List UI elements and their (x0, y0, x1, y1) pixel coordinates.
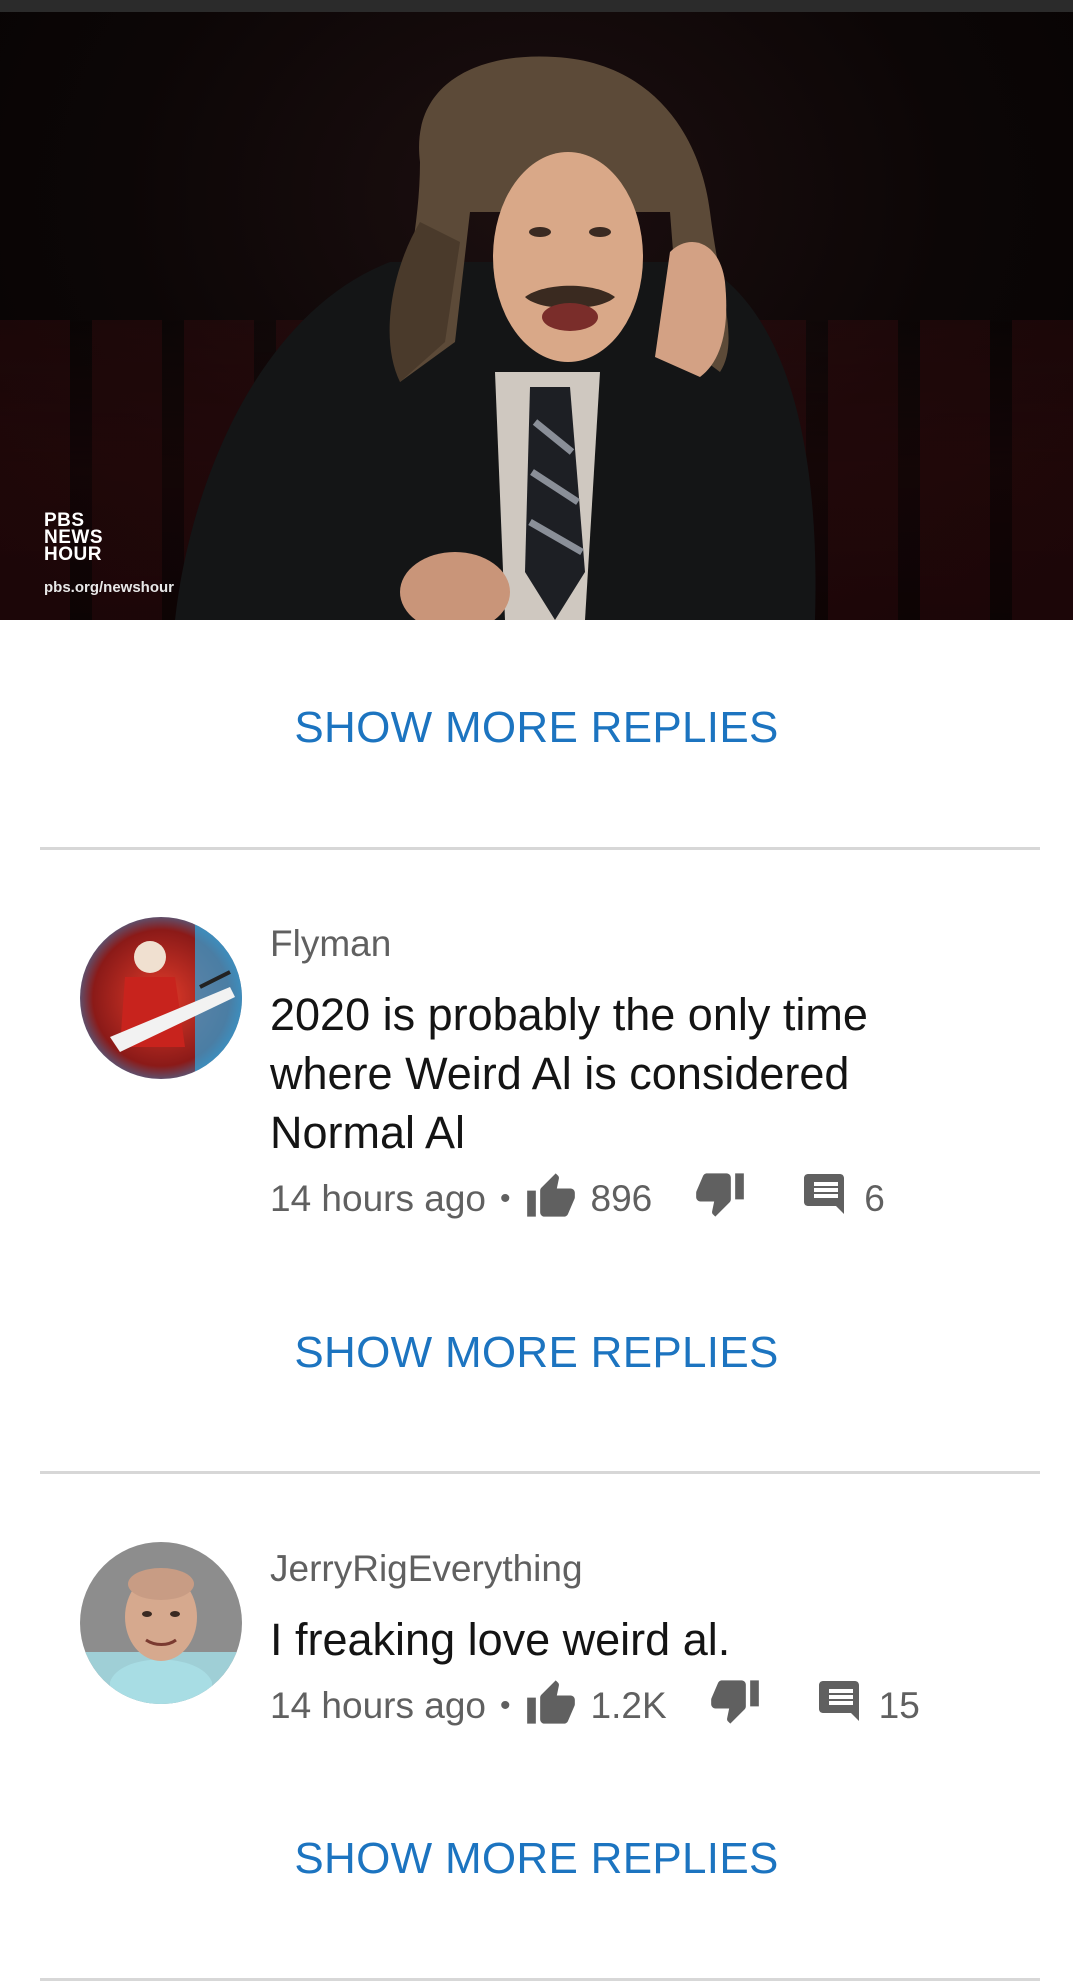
comment-meta: 14 hours ago • 1.2K 15 (270, 1676, 920, 1736)
thumb-down-icon[interactable] (694, 1171, 746, 1228)
comment-author[interactable]: JerryRigEverything (270, 1548, 583, 1590)
divider (40, 1978, 1040, 1981)
watermark-url: pbs.org/newshour (44, 579, 175, 596)
reply-count: 6 (864, 1178, 885, 1219)
divider (40, 847, 1040, 850)
bullet-icon: • (500, 1182, 511, 1215)
status-bar (0, 0, 1073, 12)
bullet-icon: • (500, 1689, 511, 1722)
reply-count: 15 (878, 1685, 920, 1726)
comment-timestamp: 14 hours ago (270, 1178, 487, 1219)
like-count: 1.2K (590, 1685, 667, 1726)
comment-icon[interactable] (817, 1679, 865, 1734)
show-more-replies-button[interactable]: SHOW MORE REPLIES (0, 1328, 1073, 1378)
comment-author[interactable]: Flyman (270, 923, 391, 965)
show-more-replies-button[interactable]: SHOW MORE REPLIES (0, 1834, 1073, 1884)
video-player[interactable]: PBS NEWS HOUR pbs.org/newshour (0, 12, 1073, 620)
comment-text: 2020 is probably the only time where Wei… (270, 989, 868, 1158)
show-more-replies-button[interactable]: SHOW MORE REPLIES (0, 703, 1073, 753)
avatar-image-icon (80, 1542, 242, 1704)
thumb-down-icon[interactable] (709, 1678, 761, 1735)
avatar-image-icon (80, 917, 242, 1079)
avatar[interactable] (80, 1542, 242, 1704)
pbs-newshour-logo: PBS NEWS HOUR (44, 511, 103, 565)
comment-icon[interactable] (802, 1172, 850, 1227)
thumb-up-icon[interactable] (525, 1678, 577, 1735)
divider (40, 1471, 1040, 1474)
video-frame-person (175, 56, 816, 620)
like-count: 896 (590, 1178, 653, 1219)
comment-timestamp: 14 hours ago (270, 1685, 487, 1726)
watermark-line-3: HOUR (44, 544, 102, 565)
comment-meta: 14 hours ago • 896 6 (270, 1169, 885, 1229)
thumb-up-icon[interactable] (525, 1171, 577, 1228)
avatar[interactable] (80, 917, 242, 1079)
comment-text: I freaking love weird al. (270, 1614, 731, 1665)
